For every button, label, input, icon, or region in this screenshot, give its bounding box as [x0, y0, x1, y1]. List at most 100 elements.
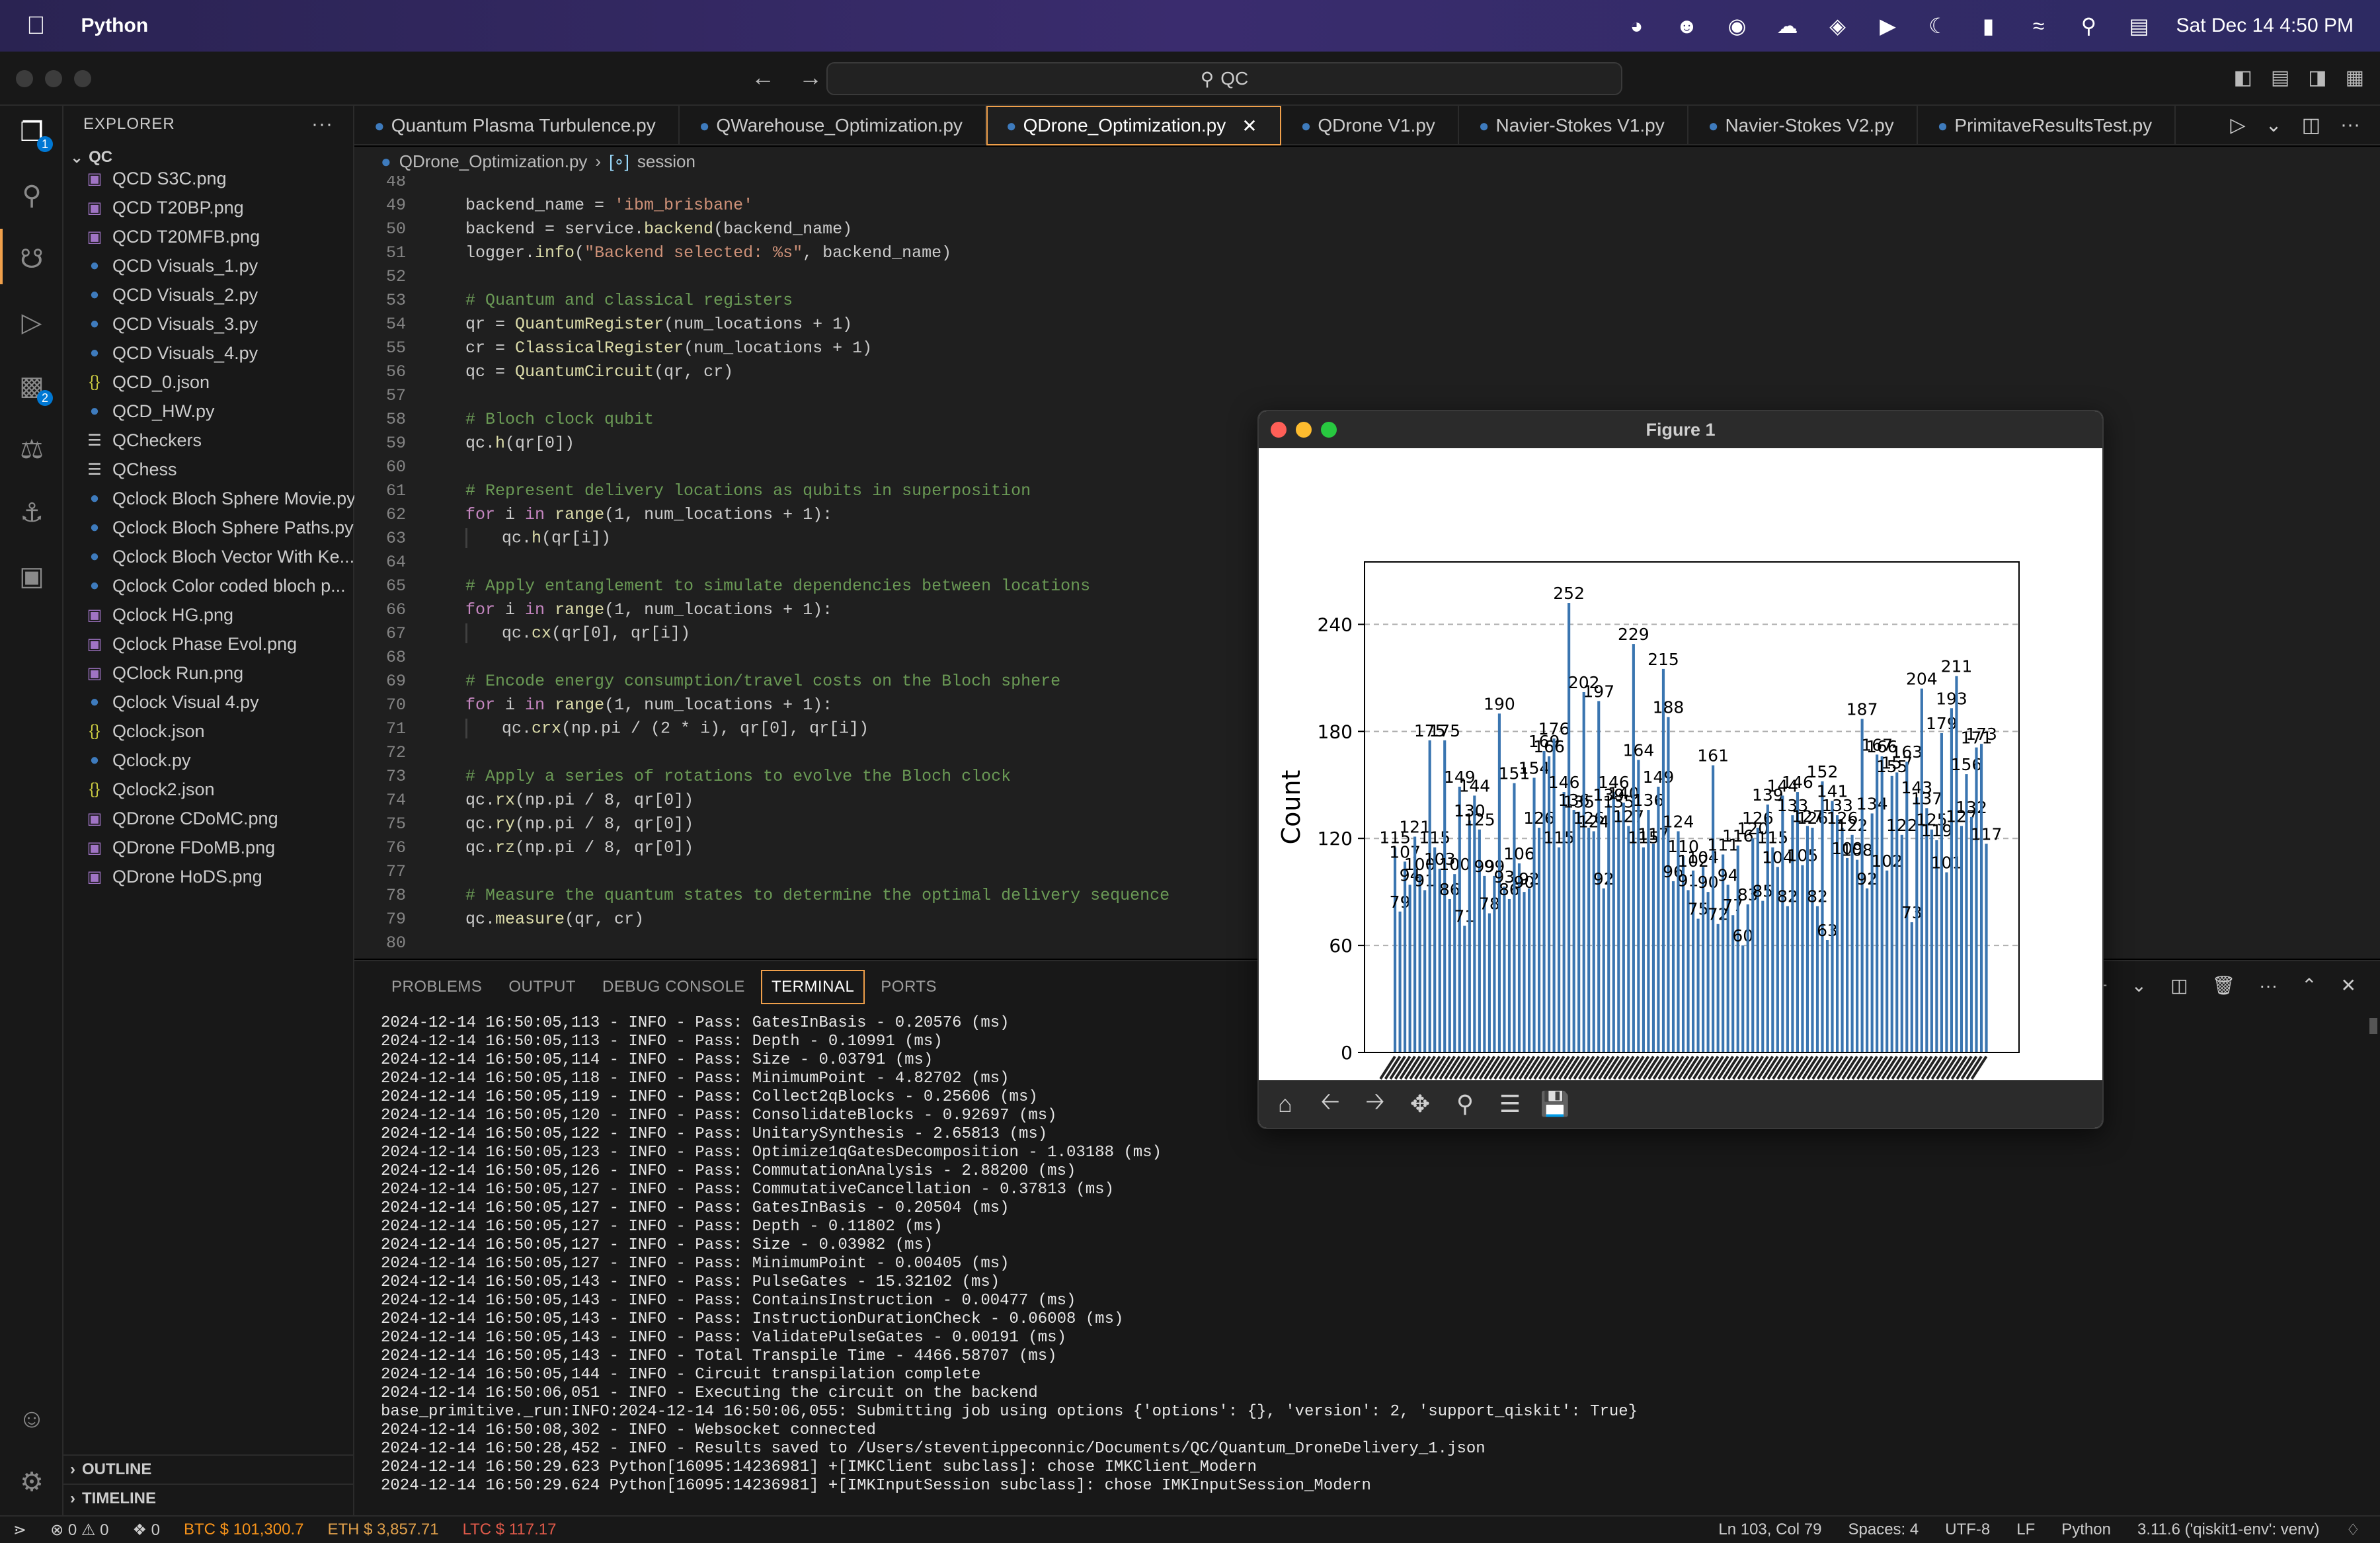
explorer-icon[interactable]: ❐ 1: [15, 115, 53, 152]
battery-icon[interactable]: ▮: [1975, 13, 2002, 39]
file-item[interactable]: ☰ QCheckers: [63, 426, 354, 455]
file-item[interactable]: ▣ Qclock Phase Evol.png: [63, 629, 354, 658]
search-icon[interactable]: ⚲: [2076, 13, 2102, 39]
file-item[interactable]: ▣ QClock Run.png: [63, 658, 354, 688]
figure-minimize-button[interactable]: [1296, 422, 1312, 438]
notifications-bell-icon[interactable]: ♢: [2346, 1521, 2360, 1540]
cursor-position[interactable]: Ln 103, Col 79: [1718, 1521, 1821, 1540]
python-interpreter[interactable]: 3.11.6 ('qiskit1-env': venv): [2137, 1521, 2320, 1540]
outline-section[interactable]: › OUTLINE: [63, 1454, 354, 1484]
close-panel-icon[interactable]: ✕: [2341, 974, 2356, 996]
file-item[interactable]: ● QCD Visuals_4.py: [63, 338, 354, 368]
wifi-icon[interactable]: ≈: [2026, 13, 2052, 39]
toggle-sidebar-icon[interactable]: ◧: [2234, 66, 2252, 89]
extensions-icon[interactable]: ▩ 2: [15, 369, 53, 406]
file-item[interactable]: ● Qclock Bloch Sphere Movie.py: [63, 484, 354, 513]
account-icon[interactable]: ☺: [15, 1402, 49, 1436]
file-item[interactable]: ▣ QCD S3C.png: [63, 164, 354, 193]
command-center-search[interactable]: ⚲ QC: [826, 62, 1622, 95]
btc-price[interactable]: BTC $ 101,300.7: [184, 1521, 303, 1539]
source-control-icon[interactable]: ☋: [15, 242, 49, 276]
file-item[interactable]: ● QCD_HW.py: [63, 397, 354, 426]
search-icon[interactable]: ⚲: [15, 178, 49, 213]
minimize-window-button[interactable]: [45, 70, 62, 87]
forward-arrow-icon[interactable]: →: [799, 63, 822, 91]
figure-close-button[interactable]: [1271, 422, 1287, 438]
file-item[interactable]: ● QCD Visuals_1.py: [63, 251, 354, 280]
tab-navier-stokes-v2-py[interactable]: ● Navier-Stokes V2.py: [1688, 106, 1918, 145]
panel-tab-ports[interactable]: PORTS: [870, 970, 947, 1004]
file-item[interactable]: ▣ QDrone CDoMC.png: [63, 804, 354, 833]
file-item[interactable]: ● Qclock.py: [63, 746, 354, 775]
save-figure-icon[interactable]: 💾: [1538, 1087, 1572, 1121]
problems-indicator[interactable]: ⊗ 0 ⚠ 0: [50, 1521, 108, 1540]
file-item[interactable]: ● Qclock Bloch Vector With Ke...: [63, 542, 354, 571]
moon-icon[interactable]: ☾: [1925, 13, 1952, 39]
figure-window[interactable]: Figure 1 0 60 120 180 240 115 79 107 94 121 100 91 1…: [1257, 410, 2104, 1129]
maximize-window-button[interactable]: [74, 70, 91, 87]
more-actions-icon[interactable]: ···: [311, 113, 333, 136]
back-arrow-icon[interactable]: ←: [751, 63, 775, 91]
file-item[interactable]: {} Qclock.json: [63, 717, 354, 746]
file-item[interactable]: ▣ QDrone FDoMB.png: [63, 833, 354, 862]
remote-explorer-icon[interactable]: ▣: [15, 559, 49, 594]
robot-icon[interactable]: ☻: [1674, 13, 1700, 39]
histogram-plot[interactable]: 0601201802401157910794121100911751151031…: [1259, 448, 2104, 1083]
breadcrumb-symbol[interactable]: session: [637, 151, 695, 172]
shield-icon[interactable]: ◉: [1724, 13, 1751, 39]
end-of-line[interactable]: LF: [2016, 1521, 2035, 1540]
indentation[interactable]: Spaces: 4: [1848, 1521, 1919, 1540]
apple-icon[interactable]: : [26, 12, 46, 40]
close-tab-icon[interactable]: ✕: [1242, 115, 1257, 137]
play-icon[interactable]: ▶: [1875, 13, 1901, 39]
language-mode[interactable]: Python: [2061, 1521, 2111, 1540]
file-item[interactable]: {} QCD_0.json: [63, 368, 354, 397]
file-item[interactable]: ● Qclock Bloch Sphere Paths.py: [63, 513, 354, 542]
testing-flask-icon[interactable]: ⚖: [15, 432, 49, 467]
control-center-icon[interactable]: ▤: [2126, 13, 2153, 39]
app-name[interactable]: Python: [81, 15, 149, 37]
figure-maximize-button[interactable]: [1321, 422, 1337, 438]
ltc-price[interactable]: LTC $ 117.17: [463, 1521, 557, 1539]
menu-bar-clock[interactable]: Sat Dec 14 4:50 PM: [2176, 15, 2354, 37]
run-debug-icon[interactable]: ▷: [15, 305, 49, 340]
split-editor-icon[interactable]: ◫: [2302, 114, 2320, 137]
breadcrumb-file[interactable]: QDrone_Optimization.py: [399, 151, 588, 172]
panel-tab-terminal[interactable]: TERMINAL: [760, 970, 865, 1004]
ports-indicator[interactable]: ❖ 0: [132, 1521, 160, 1540]
more-actions-icon[interactable]: ···: [2259, 975, 2278, 996]
split-terminal-icon[interactable]: ◫: [2170, 974, 2188, 996]
zoom-icon[interactable]: ⚲: [1448, 1087, 1482, 1121]
docker-icon[interactable]: ⚓: [15, 496, 49, 530]
customize-layout-icon[interactable]: ▦: [2346, 66, 2364, 89]
forward-arrow-icon[interactable]: 🡢: [1358, 1087, 1392, 1121]
close-window-button[interactable]: [16, 70, 33, 87]
chevron-down-icon[interactable]: ⌄: [2131, 974, 2147, 996]
eth-price[interactable]: ETH $ 3,857.71: [327, 1521, 438, 1539]
run-python-icon[interactable]: ▷: [2230, 114, 2245, 137]
timeline-section[interactable]: › TIMELINE: [63, 1484, 354, 1513]
file-item[interactable]: ● Qclock Visual 4.py: [63, 688, 354, 717]
tab-qwarehouse-optimization-py[interactable]: ● QWarehouse_Optimization.py: [680, 106, 986, 145]
remote-icon[interactable]: ⋗: [13, 1521, 26, 1540]
more-actions-icon[interactable]: ···: [2340, 114, 2360, 136]
file-item[interactable]: {} Qclock2.json: [63, 775, 354, 804]
back-arrow-icon[interactable]: 🡠: [1313, 1087, 1347, 1121]
tab-qdrone-v1-py[interactable]: ● QDrone V1.py: [1281, 106, 1459, 145]
file-item[interactable]: ☰ QChess: [63, 455, 354, 484]
panel-tab-debug-console[interactable]: DEBUG CONSOLE: [592, 970, 756, 1004]
cloud-icon[interactable]: ☁: [1774, 13, 1801, 39]
trash-icon[interactable]: 🗑: [2212, 974, 2236, 996]
settings-gear-icon[interactable]: ⚙: [15, 1465, 49, 1499]
terminal-scrollbar[interactable]: [2369, 1018, 2377, 1034]
tab-navier-stokes-v1-py[interactable]: ● Navier-Stokes V1.py: [1459, 106, 1688, 145]
file-item[interactable]: ▣ QCD T20BP.png: [63, 193, 354, 222]
vpn-icon[interactable]: ◈: [1825, 13, 1851, 39]
configure-subplots-icon[interactable]: ☰: [1493, 1087, 1527, 1121]
file-item[interactable]: ▣ QCD T20MFB.png: [63, 222, 354, 251]
chevron-down-icon[interactable]: ⌄: [2266, 114, 2282, 137]
file-item[interactable]: ▣ Qclock HG.png: [63, 600, 354, 629]
toggle-secondary-sidebar-icon[interactable]: ◨: [2308, 66, 2326, 89]
file-item[interactable]: ● QCD Visuals_3.py: [63, 309, 354, 338]
panel-tab-output[interactable]: OUTPUT: [498, 970, 586, 1004]
